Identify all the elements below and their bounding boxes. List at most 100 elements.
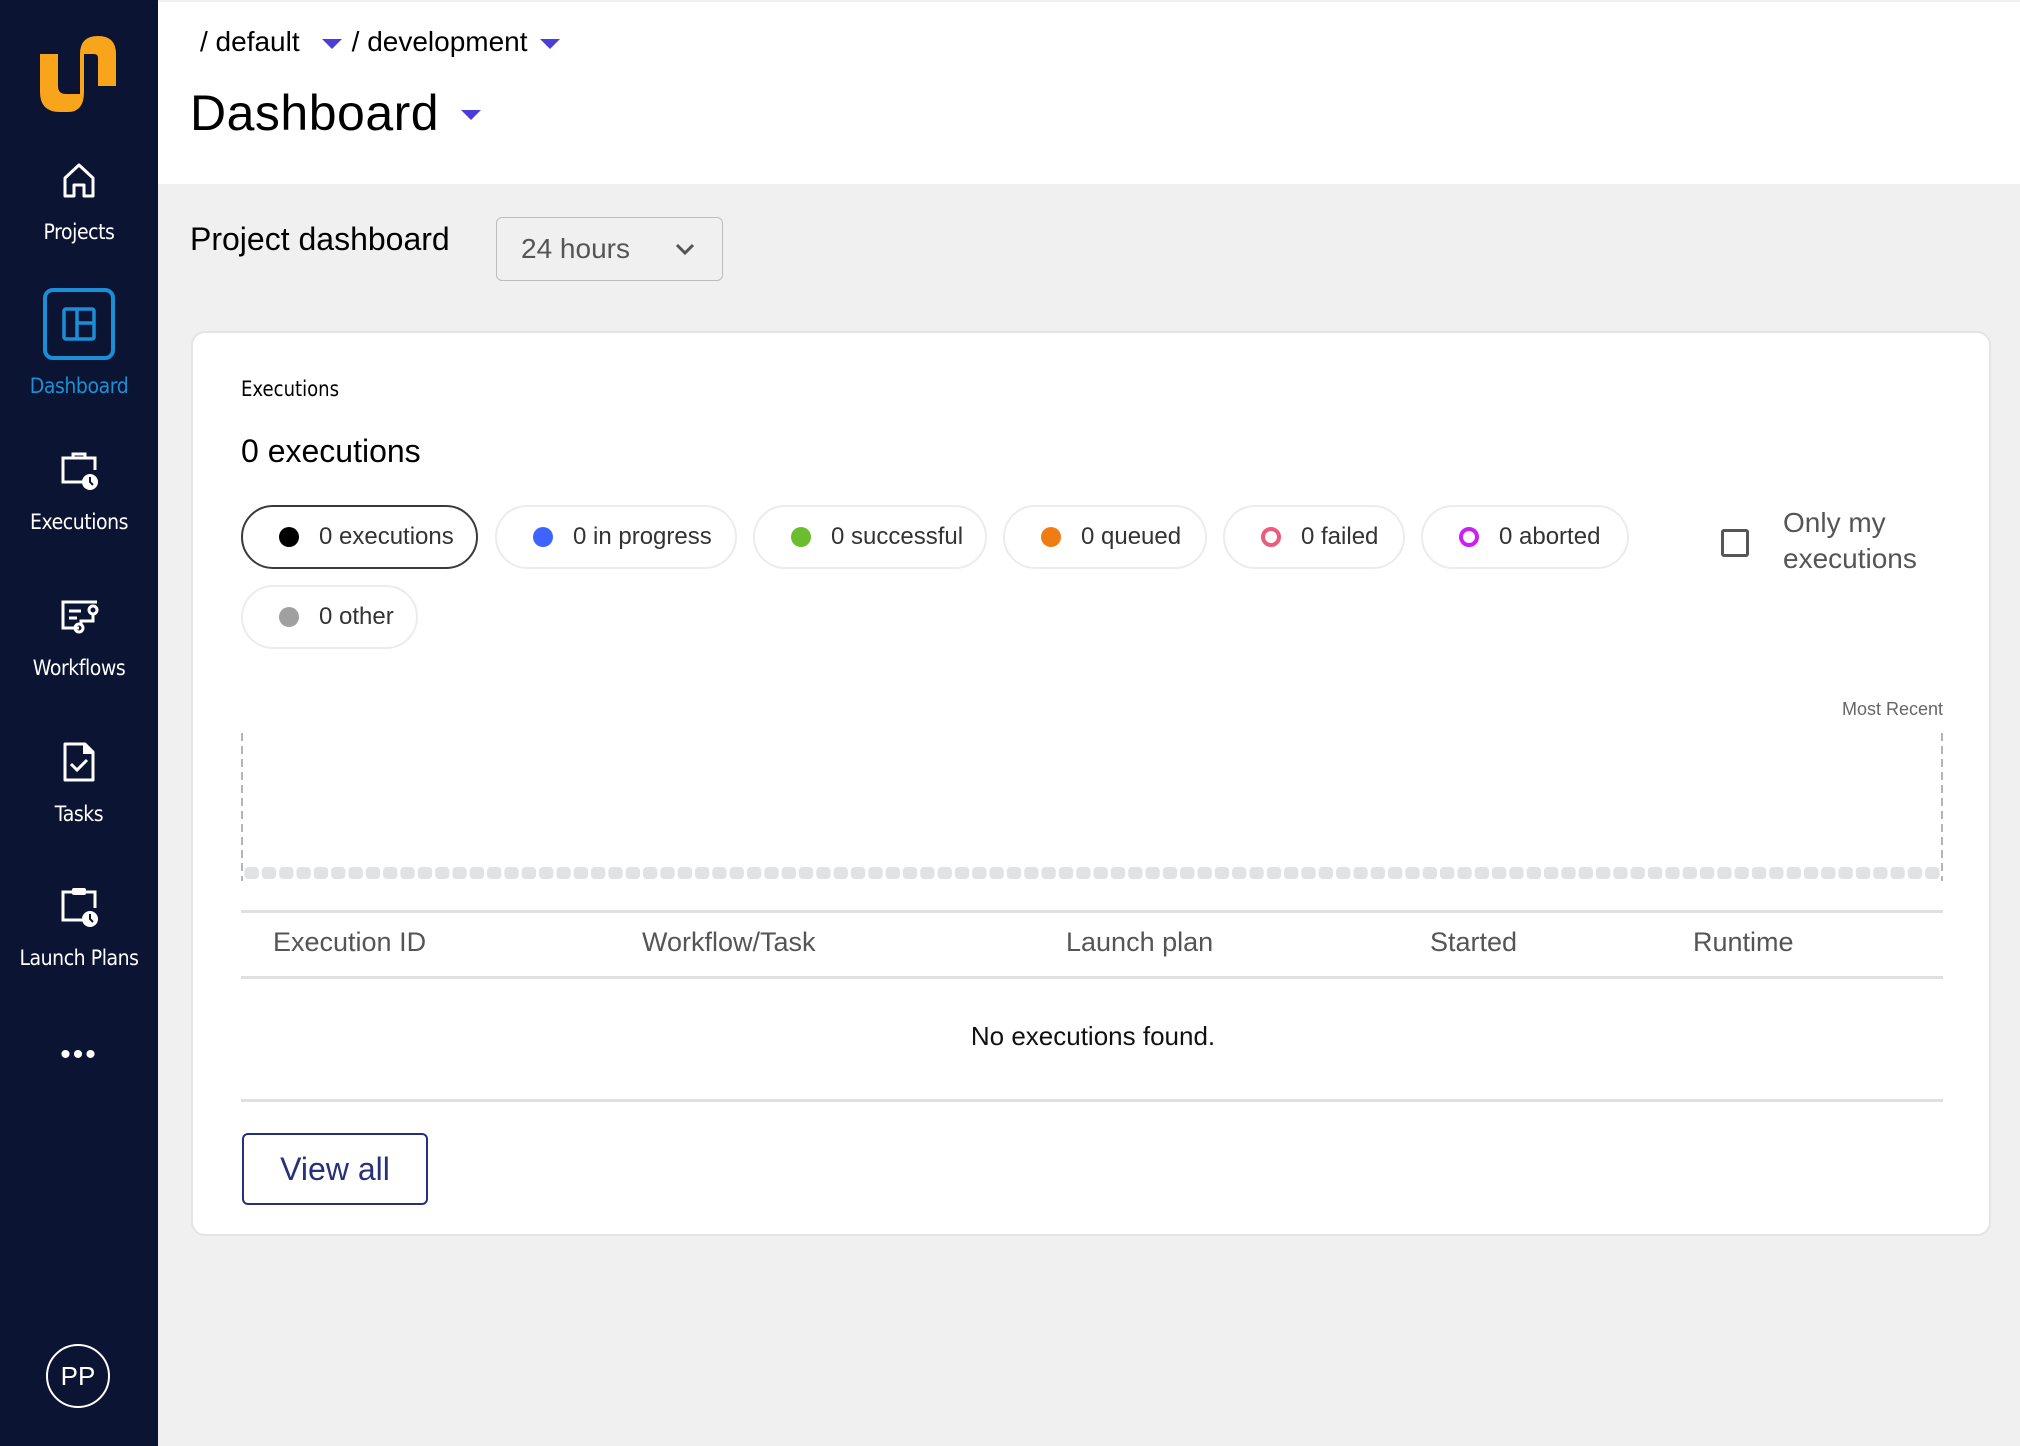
sidebar-item-workflows[interactable]: Workflows bbox=[0, 594, 158, 680]
chart-bar bbox=[487, 867, 502, 879]
status-dot-icon bbox=[279, 607, 299, 627]
column-header-started[interactable]: Started bbox=[1430, 927, 1517, 958]
home-icon bbox=[63, 163, 95, 198]
chip-label: 0 queued bbox=[1081, 523, 1182, 550]
chart-bar bbox=[1232, 867, 1247, 879]
chart-bar bbox=[1093, 867, 1108, 879]
chart-bar bbox=[1457, 867, 1472, 879]
breadcrumb-project[interactable]: / default bbox=[200, 26, 300, 58]
chart-bar bbox=[920, 867, 935, 879]
chart-bar bbox=[365, 867, 381, 879]
sidebar-item-label: Launch Plans bbox=[19, 946, 139, 970]
chart-bar bbox=[1769, 867, 1784, 879]
chart-bar bbox=[591, 867, 606, 879]
breadcrumb-domain[interactable]: / development bbox=[352, 26, 528, 58]
chip-other[interactable]: 0 other bbox=[241, 585, 418, 649]
chart-bar bbox=[1925, 867, 1940, 879]
chart-bar bbox=[798, 867, 814, 879]
chart-bar bbox=[279, 867, 294, 879]
chart-bar bbox=[677, 867, 692, 879]
chart-bar bbox=[539, 867, 554, 879]
chart-bar bbox=[1110, 867, 1126, 879]
chip-all-executions[interactable]: 0 executions bbox=[241, 505, 478, 569]
chart-bar bbox=[1301, 867, 1316, 879]
column-header-launch-plan[interactable]: Launch plan bbox=[1066, 927, 1213, 958]
flyte-logo-icon[interactable] bbox=[36, 30, 120, 114]
checkbox-icon[interactable] bbox=[1721, 529, 1749, 557]
chart-bar bbox=[1682, 867, 1697, 879]
sidebar: Projects Dashboard Executions Workflows … bbox=[0, 0, 158, 1446]
chart-bar bbox=[244, 867, 259, 879]
chart-bar bbox=[1492, 867, 1507, 879]
only-my-executions-checkbox[interactable]: Only my executions bbox=[1721, 505, 1943, 577]
chart-bar bbox=[885, 867, 900, 879]
chart-bar bbox=[1578, 867, 1593, 879]
sidebar-item-label: Dashboard bbox=[29, 374, 129, 398]
chart-bar bbox=[1076, 867, 1091, 879]
chart-bar bbox=[435, 867, 450, 879]
chart-bar bbox=[1197, 867, 1212, 879]
chart-bar bbox=[556, 867, 571, 879]
sidebar-item-dashboard[interactable]: Dashboard bbox=[0, 288, 158, 398]
chart-bar bbox=[1318, 867, 1333, 879]
time-range-value: 24 hours bbox=[521, 233, 630, 264]
chart-bar bbox=[1907, 867, 1923, 879]
chart-bar bbox=[1474, 867, 1489, 879]
chart-bar bbox=[1855, 867, 1871, 879]
chip-label: 0 aborted bbox=[1499, 523, 1601, 550]
tasks-icon bbox=[63, 742, 95, 782]
view-all-button[interactable]: View all bbox=[242, 1133, 428, 1205]
chart-bar bbox=[972, 867, 987, 879]
column-header-workflow-task[interactable]: Workflow/Task bbox=[642, 927, 816, 958]
sidebar-item-label: Executions bbox=[29, 510, 129, 534]
chart-bar bbox=[504, 867, 519, 879]
column-header-execution-id[interactable]: Execution ID bbox=[273, 927, 426, 958]
chart-bar bbox=[1370, 867, 1385, 879]
time-range-select[interactable]: 24 hours bbox=[496, 217, 723, 281]
sidebar-item-executions[interactable]: Executions bbox=[0, 448, 158, 534]
chart-bar bbox=[712, 867, 727, 879]
table-top-divider bbox=[241, 910, 1943, 913]
chart-bar bbox=[452, 867, 467, 879]
sidebar-item-projects[interactable]: Projects bbox=[0, 158, 158, 244]
chip-aborted[interactable]: 0 aborted bbox=[1421, 505, 1629, 569]
workflows-icon bbox=[61, 600, 99, 634]
column-header-runtime[interactable]: Runtime bbox=[1693, 927, 1794, 958]
page-switch-caret-icon[interactable] bbox=[461, 110, 482, 120]
sidebar-item-launch-plans[interactable]: Launch Plans bbox=[0, 884, 158, 970]
chip-successful[interactable]: 0 successful bbox=[753, 505, 987, 569]
chart-bar bbox=[1214, 867, 1230, 879]
chart-bar bbox=[1613, 867, 1628, 879]
chip-label: 0 successful bbox=[831, 523, 964, 550]
chart-bar bbox=[643, 867, 658, 879]
chip-failed[interactable]: 0 failed bbox=[1223, 505, 1405, 569]
chart-bar bbox=[781, 867, 796, 879]
chart-bar bbox=[1266, 867, 1282, 879]
chart-bar bbox=[1249, 867, 1264, 879]
chart-bar bbox=[1734, 867, 1749, 879]
table-bottom-divider bbox=[241, 1099, 1943, 1102]
chart-bar bbox=[1803, 867, 1819, 879]
chart-bar bbox=[850, 867, 866, 879]
user-avatar[interactable]: PP bbox=[46, 1344, 110, 1408]
chart-bar bbox=[1180, 867, 1195, 879]
chart-bar bbox=[1128, 867, 1143, 879]
sidebar-item-tasks[interactable]: Tasks bbox=[0, 740, 158, 826]
chip-queued[interactable]: 0 queued bbox=[1003, 505, 1207, 569]
chart-bar bbox=[417, 867, 433, 879]
chart-bar bbox=[1058, 867, 1074, 879]
chart-bar bbox=[261, 867, 277, 879]
sidebar-item-label: Workflows bbox=[32, 656, 126, 680]
status-dot-icon bbox=[1041, 527, 1061, 547]
chart-bar bbox=[1006, 867, 1022, 879]
chip-in-progress[interactable]: 0 in progress bbox=[495, 505, 737, 569]
project-dropdown-caret-icon[interactable] bbox=[321, 39, 342, 49]
chart-bar bbox=[608, 867, 623, 879]
chart-bar bbox=[1699, 867, 1715, 879]
chart-bar bbox=[625, 867, 640, 879]
domain-dropdown-caret-icon[interactable] bbox=[539, 39, 560, 49]
more-menu-icon[interactable]: ••• bbox=[0, 1040, 158, 1070]
sidebar-item-label: Tasks bbox=[54, 802, 104, 826]
chart-bar bbox=[764, 867, 779, 879]
chart-bar bbox=[1630, 867, 1645, 879]
